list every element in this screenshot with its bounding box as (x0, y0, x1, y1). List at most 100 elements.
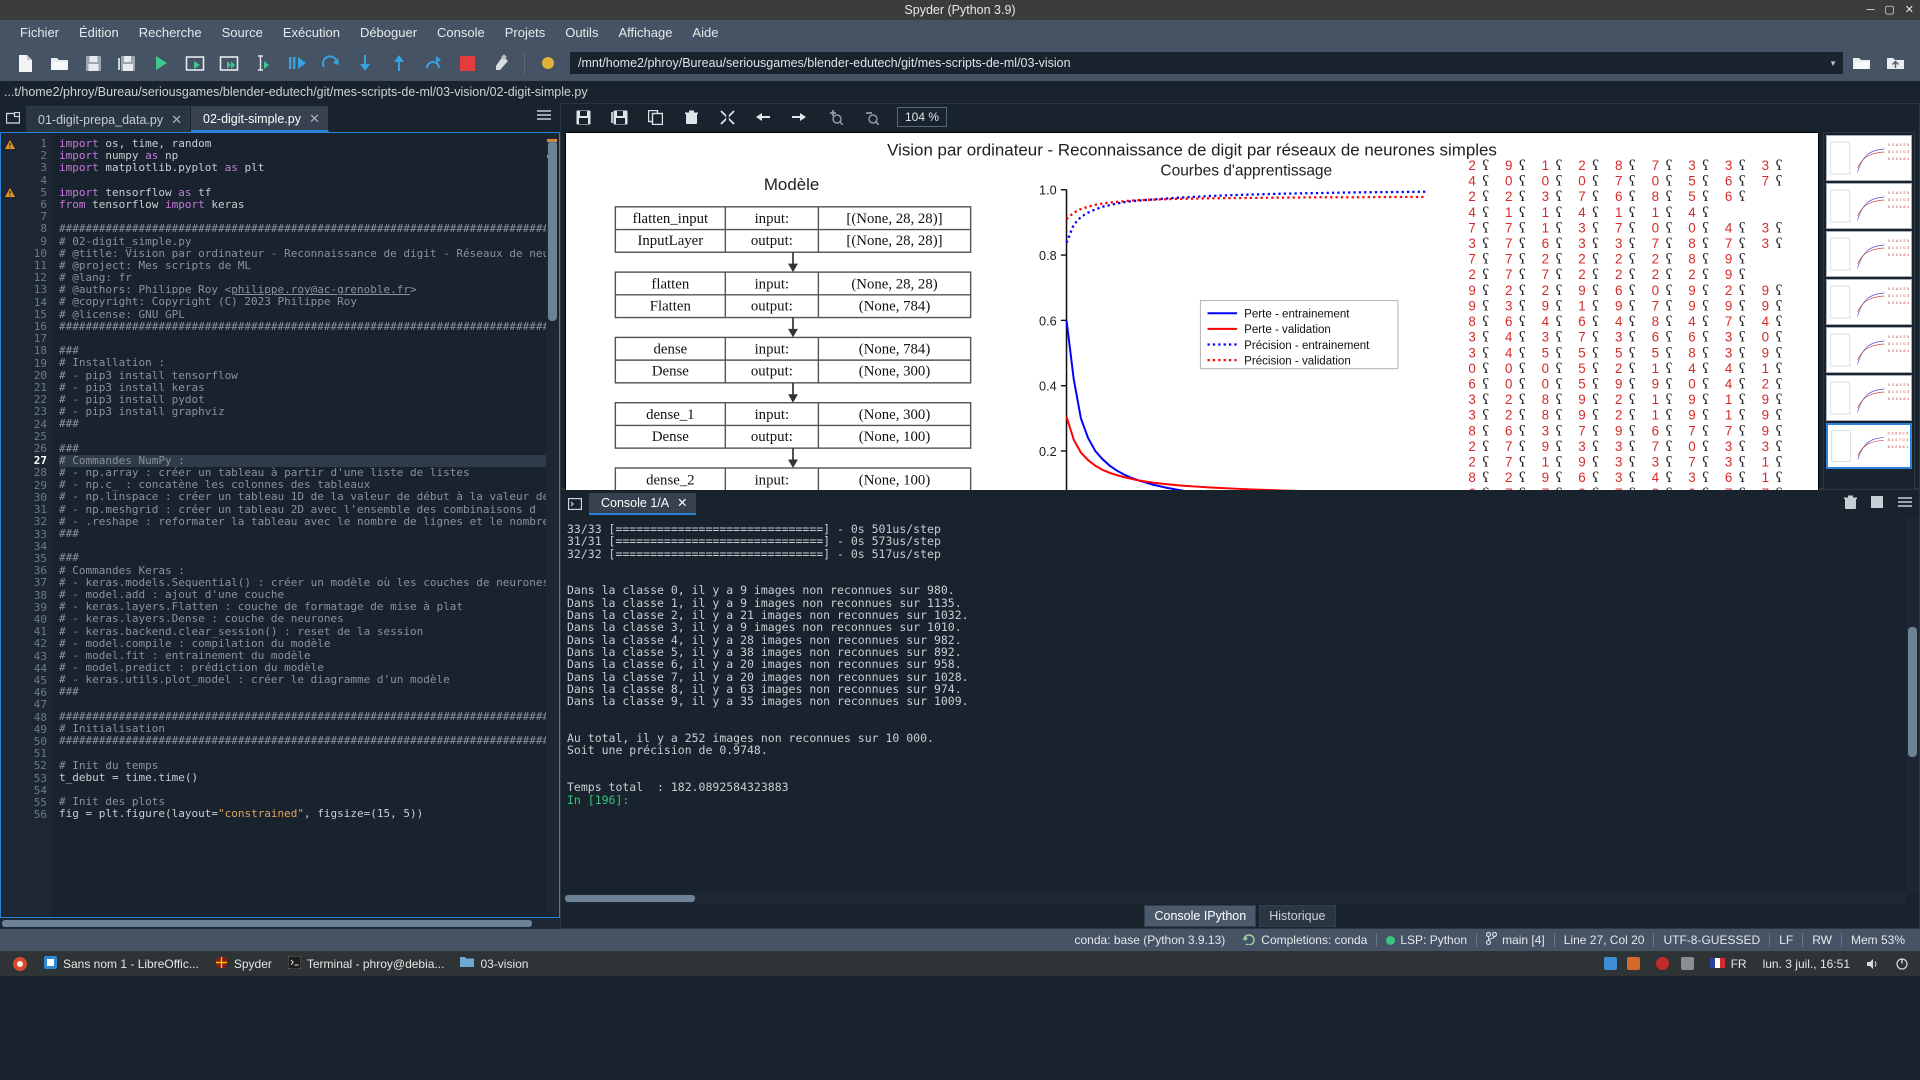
menu-aide[interactable]: Aide (682, 22, 728, 43)
tray-update-icon[interactable] (1626, 957, 1640, 970)
code-line[interactable]: from tensorflow import keras (59, 198, 546, 211)
code-line[interactable]: # @project: Mes scripts de ML (59, 259, 546, 272)
run-icon[interactable] (144, 48, 178, 78)
taskbar-item-libreoffice[interactable]: Sans nom 1 - LibreOffic... (36, 953, 207, 974)
delete-all-plots-icon[interactable] (709, 104, 745, 130)
code-line[interactable]: ########################################… (59, 320, 546, 333)
run-cell-advance-icon[interactable] (212, 48, 246, 78)
preferences-icon[interactable] (484, 48, 518, 78)
scrollbar-thumb[interactable] (548, 141, 557, 321)
scrollbar-thumb[interactable] (1908, 627, 1917, 757)
plot-thumbnail[interactable]: 036925814703692581 (1826, 135, 1912, 181)
code-line[interactable] (59, 333, 546, 345)
code-line[interactable]: # - keras.utils.plot_model : créer le di… (59, 674, 546, 686)
menu-deboguer[interactable]: Déboguer (350, 22, 427, 43)
menu-console[interactable]: Console (427, 22, 495, 43)
scrollbar-thumb[interactable] (565, 895, 695, 902)
code-line[interactable]: ### (59, 527, 546, 540)
options-icon[interactable] (1897, 496, 1913, 511)
debug-step-out-icon[interactable] (382, 48, 416, 78)
maximize-icon[interactable]: ▢ (1884, 4, 1894, 16)
debug-icon[interactable] (280, 48, 314, 78)
run-cell-icon[interactable] (178, 48, 212, 78)
next-plot-icon[interactable] (781, 104, 817, 130)
taskbar-item-spyder[interactable]: Spyder (207, 953, 280, 974)
taskbar-item-terminal[interactable]: Terminal - phroy@debia... (280, 953, 453, 974)
tray-alert-icon[interactable] (1655, 957, 1669, 970)
menu-source[interactable]: Source (212, 22, 273, 43)
code-line[interactable]: ### (59, 686, 546, 698)
start-menu-icon[interactable] (4, 953, 36, 974)
editor-options-icon[interactable] (536, 109, 552, 124)
debug-step-over-icon[interactable] (416, 48, 450, 78)
remove-icon[interactable] (1844, 495, 1857, 513)
close-icon[interactable]: ✕ (171, 112, 182, 128)
working-directory-input[interactable]: /mnt/home2/phroy/Bureau/seriousgames/ble… (569, 51, 1844, 75)
console-output-area[interactable]: 33/33 [==============================] -… (561, 517, 1919, 904)
editor-horizontal-scrollbar[interactable] (0, 918, 560, 929)
delete-plot-icon[interactable] (673, 104, 709, 130)
code-line[interactable]: t_debut = time.time() (59, 771, 546, 784)
stop-icon[interactable] (1871, 496, 1883, 511)
code-line[interactable]: import matplotlib.pyplot as plt (59, 162, 546, 174)
browse-folder-icon[interactable] (1844, 48, 1878, 78)
plot-thumbnail[interactable]: 036925814703692581 (1826, 231, 1912, 277)
editor-code-content[interactable]: import os, time, random import numpy as n… (53, 133, 546, 917)
tray-power-icon[interactable] (1888, 953, 1916, 974)
plot-thumbnail[interactable]: 036925814703692581 (1826, 183, 1912, 229)
parent-folder-icon[interactable] (1878, 48, 1912, 78)
console-input-caret[interactable] (629, 793, 636, 807)
plot-thumbnail[interactable]: 036925814703692581 (1826, 375, 1912, 421)
save-all-plots-icon[interactable] (601, 104, 637, 130)
plot-thumbnail[interactable]: 036925814703692581 (1826, 423, 1912, 469)
editor-tab-01-digit-prepa-data[interactable]: 01-digit-prepa_data.py ✕ (26, 106, 191, 132)
close-icon[interactable]: ✕ (1905, 4, 1914, 16)
code-line[interactable]: ### (59, 418, 546, 430)
zoom-in-icon[interactable] (817, 104, 853, 130)
code-line[interactable]: fig = plt.figure(layout="constrained", f… (59, 808, 546, 820)
code-line[interactable] (59, 540, 546, 552)
plot-thumbnail[interactable]: 036925814703692581 (1826, 327, 1912, 373)
chevron-down-icon[interactable]: ▼ (1829, 59, 1837, 68)
tray-language[interactable]: FR (1702, 953, 1755, 974)
new-file-icon[interactable] (8, 48, 42, 78)
menu-affichage[interactable]: Affichage (608, 22, 682, 43)
console-horizontal-scrollbar[interactable] (561, 893, 1906, 904)
run-selection-icon[interactable] (246, 48, 280, 78)
code-line[interactable] (59, 175, 546, 187)
close-icon[interactable]: ✕ (677, 495, 687, 510)
menu-edition[interactable]: Édition (69, 22, 129, 43)
open-file-icon[interactable] (42, 48, 76, 78)
warning-icon[interactable] (1, 187, 19, 199)
copy-plot-icon[interactable] (637, 104, 673, 130)
close-icon[interactable]: ✕ (309, 111, 320, 127)
code-line[interactable]: # Init du temps (59, 759, 546, 772)
menu-projets[interactable]: Projets (495, 22, 555, 43)
code-line[interactable]: # - .reshape : reformater la tableau ave… (59, 515, 546, 528)
tab-console-ipython[interactable]: Console IPython (1144, 905, 1257, 927)
editor-vertical-scrollbar[interactable] (546, 133, 559, 917)
tray-network-icon[interactable] (1603, 957, 1617, 970)
editor-tab-02-digit-simple[interactable]: 02-digit-simple.py ✕ (191, 106, 329, 132)
menu-recherche[interactable]: Recherche (129, 22, 212, 43)
taskbar-item-03-vision[interactable]: 03-vision (452, 953, 536, 974)
zoom-out-icon[interactable] (853, 104, 889, 130)
tray-volume-icon[interactable] (1858, 953, 1888, 974)
console-vertical-scrollbar[interactable] (1906, 517, 1919, 893)
tab-historique[interactable]: Historique (1259, 905, 1336, 927)
scrollbar-thumb[interactable] (2, 920, 532, 927)
debug-continue-icon[interactable] (314, 48, 348, 78)
menu-fichier[interactable]: Fichier (10, 22, 69, 43)
save-plot-icon[interactable] (565, 104, 601, 130)
console-tab-1a[interactable]: Console 1/A ✕ (589, 492, 696, 515)
code-editor[interactable]: 1 2 3 4 5 6 7 8 9 10 11 12 13 14 15 16 17 18 19 20 21 22 23 24 2… (0, 132, 560, 918)
stop-icon[interactable] (450, 48, 484, 78)
warning-icon[interactable] (1, 138, 19, 150)
code-line[interactable]: # - pip3 install graphviz (59, 406, 546, 418)
minimize-icon[interactable]: ─ (1867, 4, 1875, 16)
debug-step-into-icon[interactable] (348, 48, 382, 78)
previous-plot-icon[interactable] (745, 104, 781, 130)
save-file-icon[interactable] (76, 48, 110, 78)
save-all-icon[interactable] (110, 48, 144, 78)
code-line[interactable] (59, 431, 546, 443)
